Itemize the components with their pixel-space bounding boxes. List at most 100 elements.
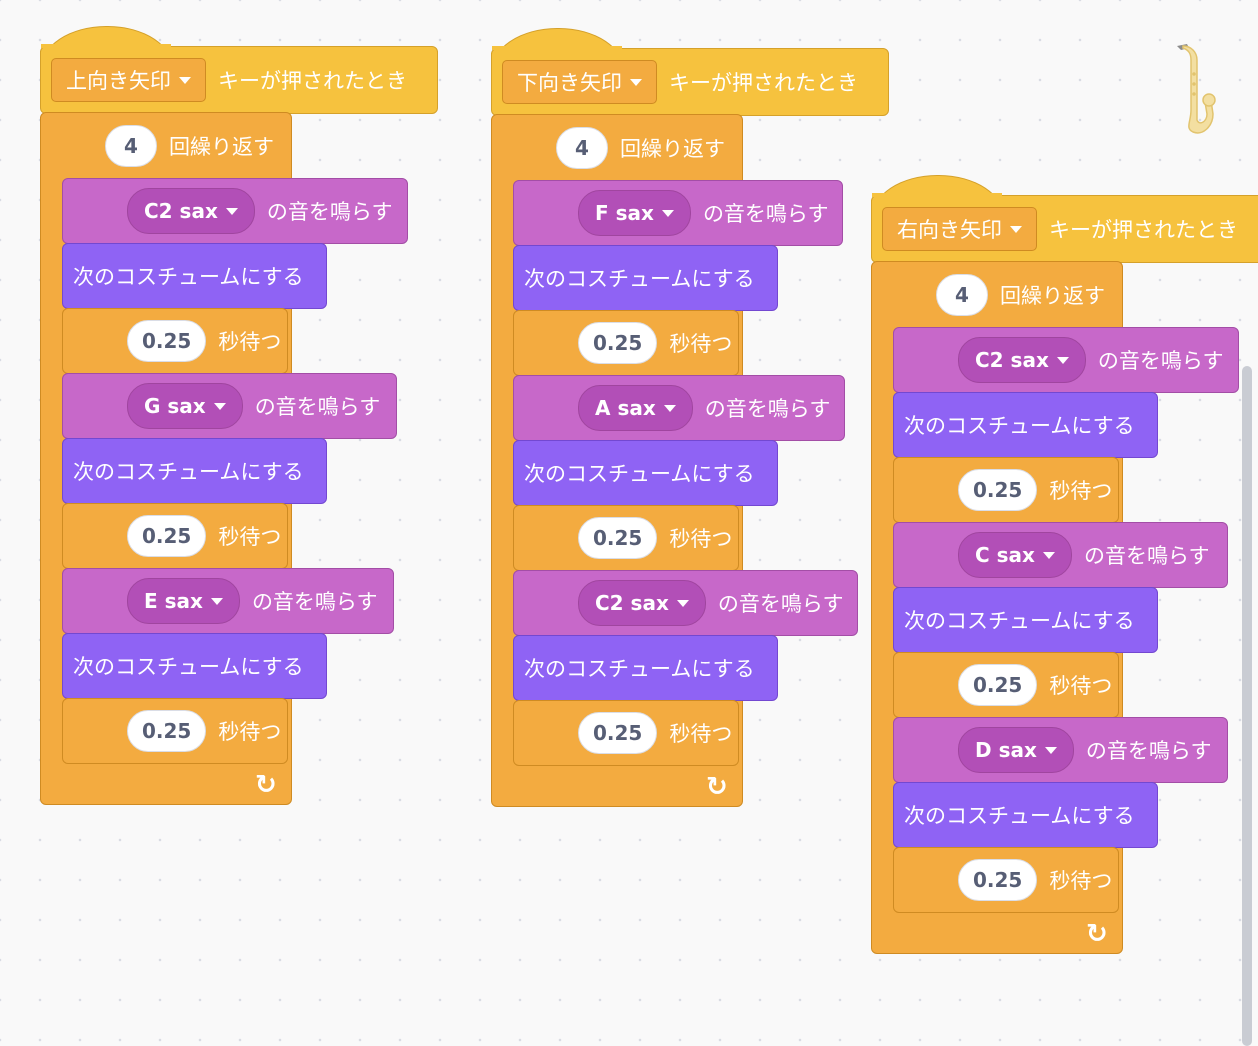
dropdown-triangle-icon <box>630 78 642 86</box>
next-costume-block[interactable]: 次のコスチュームにする <box>62 243 327 309</box>
next-costume-label: 次のコスチュームにする <box>904 609 1135 633</box>
next-costume-block[interactable]: 次のコスチュームにする <box>62 438 327 504</box>
wait-seconds-input[interactable]: 0.25 <box>958 664 1038 706</box>
repeat-label: 回繰り返す <box>1000 284 1105 308</box>
wait-seconds-input[interactable]: 0.25 <box>578 712 658 754</box>
dropdown-triangle-icon <box>1042 551 1055 559</box>
wait-block[interactable]: 0.25 秒待つ <box>893 457 1119 523</box>
dropdown-triangle-icon <box>210 597 223 605</box>
wait-seconds-input[interactable]: 0.25 <box>127 320 207 362</box>
key-dropdown[interactable]: 右向き矢印 <box>882 207 1037 251</box>
saxophone-icon <box>1165 40 1225 140</box>
wait-block[interactable]: 0.25 秒待つ <box>513 700 739 766</box>
next-costume-label: 次のコスチュームにする <box>524 657 755 681</box>
wait-seconds-input[interactable]: 0.25 <box>578 517 658 559</box>
sound-dropdown[interactable]: C2 sax <box>578 580 706 626</box>
when-key-pressed-block[interactable]: 上向き矢印 キーが押されたとき <box>40 46 438 114</box>
hat-seam <box>41 44 171 48</box>
play-sound-block[interactable]: C2 sax の音を鳴らす <box>893 327 1239 393</box>
sound-dropdown-value: D sax <box>975 738 1037 762</box>
dropdown-triangle-icon <box>225 207 238 215</box>
wait-block[interactable]: 0.25 秒待つ <box>893 847 1119 913</box>
play-sound-label: の音を鳴らす <box>704 397 831 421</box>
dropdown-triangle-icon <box>1056 356 1069 364</box>
wait-label: 秒待つ <box>1049 479 1113 503</box>
vertical-scrollbar[interactable] <box>1242 366 1252 1046</box>
next-costume-block[interactable]: 次のコスチュームにする <box>893 392 1158 458</box>
play-sound-label: の音を鳴らす <box>251 590 378 614</box>
wait-seconds-input[interactable]: 0.25 <box>958 469 1038 511</box>
key-dropdown[interactable]: 下向き矢印 <box>502 60 657 104</box>
wait-seconds-input[interactable]: 0.25 <box>578 322 658 364</box>
dropdown-triangle-icon <box>661 209 674 217</box>
play-sound-block[interactable]: C sax の音を鳴らす <box>893 522 1228 588</box>
wait-label: 秒待つ <box>669 332 733 356</box>
key-dropdown-value: 右向き矢印 <box>897 218 1002 242</box>
wait-block[interactable]: 0.25 秒待つ <box>62 308 288 374</box>
wait-block[interactable]: 0.25 秒待つ <box>893 652 1119 718</box>
next-costume-block[interactable]: 次のコスチュームにする <box>62 633 327 699</box>
sound-dropdown[interactable]: D sax <box>958 727 1074 773</box>
sound-dropdown[interactable]: A sax <box>578 385 693 431</box>
next-costume-label: 次のコスチュームにする <box>904 804 1135 828</box>
dropdown-triangle-icon <box>179 76 191 84</box>
play-sound-label: の音を鳴らす <box>717 592 844 616</box>
wait-seconds-input[interactable]: 0.25 <box>127 710 207 752</box>
sound-dropdown[interactable]: C sax <box>958 532 1072 578</box>
repeat-count-input[interactable]: 4 <box>556 127 608 169</box>
sound-dropdown[interactable]: E sax <box>127 578 240 624</box>
repeat-count-input[interactable]: 4 <box>936 274 988 316</box>
sound-dropdown-value: C sax <box>975 543 1035 567</box>
when-key-pressed-label: キーが押されたとき <box>669 71 858 95</box>
repeat-label: 回繰り返す <box>169 135 274 159</box>
when-key-pressed-label: キーが押されたとき <box>218 69 407 93</box>
play-sound-block[interactable]: F sax の音を鳴らす <box>513 180 843 246</box>
next-costume-block[interactable]: 次のコスチュームにする <box>513 440 778 506</box>
play-sound-label: の音を鳴らす <box>1097 349 1224 373</box>
key-dropdown-value: 上向き矢印 <box>66 69 171 93</box>
repeat-label: 回繰り返す <box>620 137 725 161</box>
dropdown-triangle-icon <box>663 404 676 412</box>
wait-block[interactable]: 0.25 秒待つ <box>513 505 739 571</box>
wait-label: 秒待つ <box>1049 674 1113 698</box>
play-sound-label: の音を鳴らす <box>266 200 393 224</box>
repeat-count-input[interactable]: 4 <box>105 125 157 167</box>
wait-label: 秒待つ <box>218 525 282 549</box>
key-dropdown[interactable]: 上向き矢印 <box>51 58 206 102</box>
play-sound-block[interactable]: C2 sax の音を鳴らす <box>62 178 408 244</box>
sound-dropdown[interactable]: G sax <box>127 383 243 429</box>
when-key-pressed-block[interactable]: 下向き矢印 キーが押されたとき <box>491 48 889 116</box>
dropdown-triangle-icon <box>1044 746 1057 754</box>
play-sound-block[interactable]: C2 sax の音を鳴らす <box>513 570 858 636</box>
next-costume-block[interactable]: 次のコスチュームにする <box>893 782 1158 848</box>
wait-label: 秒待つ <box>1049 869 1113 893</box>
play-sound-label: の音を鳴らす <box>254 395 381 419</box>
next-costume-label: 次のコスチュームにする <box>73 655 304 679</box>
wait-block[interactable]: 0.25 秒待つ <box>62 503 288 569</box>
wait-label: 秒待つ <box>669 722 733 746</box>
sound-dropdown-value: C2 sax <box>975 348 1049 372</box>
play-sound-block[interactable]: G sax の音を鳴らす <box>62 373 397 439</box>
next-costume-block[interactable]: 次のコスチュームにする <box>513 245 778 311</box>
play-sound-block[interactable]: E sax の音を鳴らす <box>62 568 394 634</box>
wait-block[interactable]: 0.25 秒待つ <box>513 310 739 376</box>
play-sound-block[interactable]: A sax の音を鳴らす <box>513 375 845 441</box>
wait-seconds-input[interactable]: 0.25 <box>958 859 1038 901</box>
next-costume-block[interactable]: 次のコスチュームにする <box>513 635 778 701</box>
code-workspace[interactable]: 上向き矢印 キーが押されたとき 4 回繰り返す ↻ C2 sax の音を鳴らす 次のコスチュー… <box>0 0 1258 1046</box>
key-dropdown-value: 下向き矢印 <box>517 71 622 95</box>
wait-block[interactable]: 0.25 秒待つ <box>62 698 288 764</box>
play-sound-block[interactable]: D sax の音を鳴らす <box>893 717 1228 783</box>
sound-dropdown[interactable]: C2 sax <box>127 188 255 234</box>
sound-dropdown[interactable]: C2 sax <box>958 337 1086 383</box>
sound-dropdown-value: A sax <box>595 396 656 420</box>
dropdown-triangle-icon <box>213 402 226 410</box>
next-costume-block[interactable]: 次のコスチュームにする <box>893 587 1158 653</box>
sound-dropdown[interactable]: F sax <box>578 190 691 236</box>
hat-seam <box>872 193 1002 197</box>
sound-dropdown-value: C2 sax <box>144 199 218 223</box>
sound-dropdown-value: F sax <box>595 201 654 225</box>
when-key-pressed-block[interactable]: 右向き矢印 キーが押されたとき <box>871 195 1258 263</box>
play-sound-label: の音を鳴らす <box>1085 739 1212 763</box>
wait-seconds-input[interactable]: 0.25 <box>127 515 207 557</box>
